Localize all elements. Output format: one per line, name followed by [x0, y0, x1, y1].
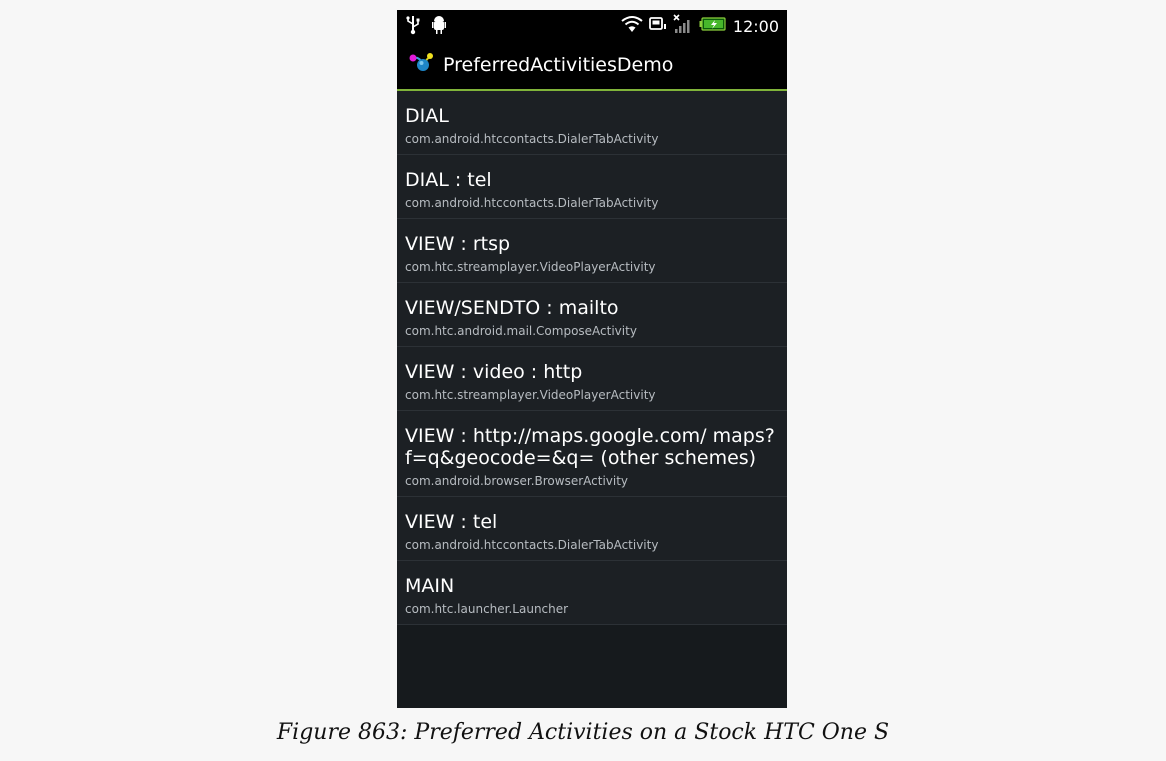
usb-icon — [405, 15, 421, 39]
phone-screen: 12:00 PreferredActivitiesDemo DIAL com.a… — [397, 10, 787, 708]
wifi-icon — [621, 15, 643, 37]
list-item[interactable]: DIAL com.android.htccontacts.DialerTabAc… — [397, 91, 787, 155]
list-item[interactable]: VIEW : tel com.android.htccontacts.Diale… — [397, 497, 787, 561]
item-subtitle: com.android.htccontacts.DialerTabActivit… — [405, 196, 659, 210]
android-debug-icon — [431, 15, 447, 39]
item-title: VIEW : http://maps.google.com/ maps?f=q&… — [405, 425, 775, 469]
list-item[interactable]: VIEW/SENDTO : mailto com.htc.android.mai… — [397, 283, 787, 347]
battery-charging-icon — [699, 16, 727, 36]
activity-list: DIAL com.android.htccontacts.DialerTabAc… — [397, 91, 787, 625]
item-subtitle: com.android.htccontacts.DialerTabActivit… — [405, 538, 659, 552]
app-icon — [409, 52, 435, 78]
list-item[interactable]: DIAL : tel com.android.htccontacts.Diale… — [397, 155, 787, 219]
status-bar: 12:00 — [397, 10, 787, 40]
app-title: PreferredActivitiesDemo — [443, 53, 674, 76]
item-subtitle: com.htc.streamplayer.VideoPlayerActivity — [405, 388, 656, 402]
notification-icon — [648, 15, 667, 37]
list-item[interactable]: VIEW : rtsp com.htc.streamplayer.VideoPl… — [397, 219, 787, 283]
status-right-icons: 12:00 — [621, 14, 779, 38]
list-item[interactable]: VIEW : video : http com.htc.streamplayer… — [397, 347, 787, 411]
action-bar: PreferredActivitiesDemo — [397, 40, 787, 91]
signal-icon — [673, 14, 693, 38]
item-title: VIEW : rtsp — [405, 233, 511, 255]
item-subtitle: com.htc.android.mail.ComposeActivity — [405, 324, 637, 338]
item-subtitle: com.htc.launcher.Launcher — [405, 602, 569, 616]
item-title: VIEW : tel — [405, 511, 498, 533]
item-subtitle: com.android.htccontacts.DialerTabActivit… — [405, 132, 659, 146]
item-subtitle: com.htc.streamplayer.VideoPlayerActivity — [405, 260, 656, 274]
list-item[interactable]: MAIN com.htc.launcher.Launcher — [397, 561, 787, 625]
item-title: VIEW : video : http — [405, 361, 583, 383]
item-title: VIEW/SENDTO : mailto — [405, 297, 619, 319]
item-subtitle: com.android.browser.BrowserActivity — [405, 474, 629, 488]
list-item[interactable]: VIEW : http://maps.google.com/ maps?f=q&… — [397, 411, 787, 497]
status-left-icons — [405, 15, 447, 39]
item-title: DIAL — [405, 105, 449, 127]
figure-caption: Figure 863: Preferred Activities on a St… — [276, 720, 890, 745]
item-title: DIAL : tel — [405, 169, 492, 191]
status-time: 12:00 — [732, 16, 779, 36]
item-title: MAIN — [405, 575, 455, 597]
page: 12:00 PreferredActivitiesDemo DIAL com.a… — [0, 0, 1166, 761]
